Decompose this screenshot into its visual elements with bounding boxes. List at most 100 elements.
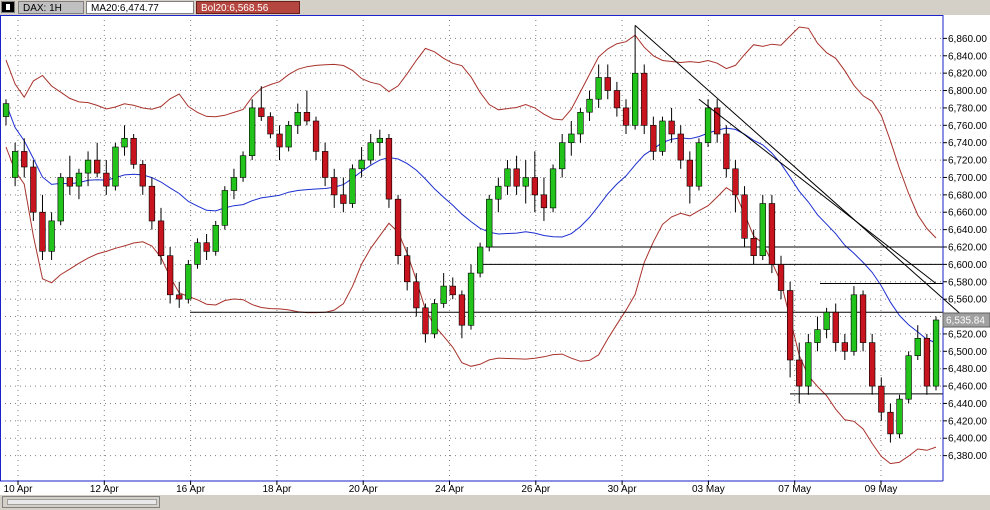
candle-down: [340, 194, 347, 204]
x-tick-label: 10 Apr: [4, 484, 34, 495]
y-tick-label: 6,780.00: [948, 103, 987, 114]
y-tick-label: 6,820.00: [948, 69, 987, 80]
candle-up: [349, 168, 356, 204]
candle-down: [859, 294, 867, 343]
y-tick-label: 6,800.00: [948, 86, 987, 97]
candle-down: [923, 337, 931, 387]
x-tick-label: 07 May: [778, 484, 811, 495]
candle-up: [759, 203, 766, 257]
x-tick-label: 18 Apr: [262, 484, 292, 495]
candle-up: [239, 155, 247, 178]
candle-up: [905, 355, 912, 400]
y-tick-label: 6,680.00: [948, 190, 987, 201]
candle-up: [185, 264, 192, 300]
candle-down: [303, 112, 311, 122]
candle-up: [358, 159, 365, 170]
y-tick-label: 6,440.00: [948, 399, 987, 410]
candle-up: [932, 319, 940, 387]
scrollbar-thumb[interactable]: [7, 499, 157, 505]
candle-up: [285, 125, 292, 148]
x-tick-label: 24 Apr: [435, 484, 465, 495]
candle-up: [805, 342, 812, 387]
candle-down: [394, 198, 402, 256]
candle-down: [66, 177, 73, 187]
y-tick-label: 6,640.00: [948, 225, 987, 236]
candle-up: [194, 242, 201, 265]
candle-down: [385, 138, 393, 200]
candle-up: [476, 246, 484, 274]
candle-down: [276, 133, 283, 148]
x-tick-label: 03 May: [692, 484, 725, 495]
y-tick-label: 6,420.00: [948, 416, 987, 427]
x-tick-label: 09 May: [865, 484, 898, 495]
candle-down: [604, 77, 611, 91]
candle-up: [230, 177, 238, 191]
y-tick-label: 6,660.00: [948, 208, 987, 219]
candle-down: [741, 194, 748, 239]
candle-down: [148, 185, 156, 222]
candle-up: [48, 220, 55, 252]
candle-up: [431, 303, 438, 335]
candle-up: [896, 398, 903, 435]
candle-down: [641, 72, 648, 126]
x-axis-area: [0, 481, 990, 495]
candle-down: [841, 342, 848, 352]
candle-up: [850, 294, 858, 352]
horizontal-scrollbar[interactable]: [2, 496, 160, 508]
candle-up: [495, 185, 502, 200]
candle-down: [321, 151, 329, 178]
candle-down: [832, 311, 839, 343]
candle-down: [139, 164, 146, 187]
symbol-timeframe-label[interactable]: DAX: 1H: [18, 1, 84, 14]
candle-down: [732, 168, 739, 196]
candle-down: [887, 411, 894, 435]
moving-average-label[interactable]: MA20:6,474.77: [86, 1, 194, 14]
candle-down: [668, 120, 675, 135]
candle-up: [2, 103, 10, 117]
candle-up: [57, 177, 64, 222]
candle-up: [586, 98, 593, 113]
y-tick-label: 6,400.00: [948, 434, 987, 445]
candle-down: [403, 255, 411, 283]
candle-up: [367, 142, 374, 161]
price-chart[interactable]: 6,380.00 6,400.00 6,420.00 6,440.00 6,460.00…: [0, 15, 990, 495]
y-tick-label: 6,860.00: [948, 34, 987, 45]
candle-down: [21, 151, 28, 168]
chart-header-bar: DAX: 1H MA20:6,474.77 Bol20:6,568.56: [0, 0, 990, 15]
candle-down: [622, 107, 630, 126]
candle-down: [413, 281, 420, 309]
last-price-tag: 6,535.84: [942, 312, 990, 328]
candle-down: [30, 166, 37, 213]
candle-up: [376, 138, 383, 143]
bollinger-label[interactable]: Bol20:6,568.56: [196, 1, 300, 14]
candle-down: [677, 133, 684, 161]
candle-down: [449, 285, 456, 296]
candle-down: [130, 138, 137, 165]
candle-down: [267, 116, 274, 135]
candle-down: [513, 168, 520, 187]
candle-up: [631, 72, 639, 126]
candle-up: [704, 107, 712, 144]
candle-up: [294, 112, 301, 126]
candle-up: [440, 285, 447, 304]
candle-up: [212, 225, 219, 252]
plot-area: [0, 15, 943, 481]
y-tick-label: 6,700.00: [948, 173, 987, 184]
y-tick-label: 6,740.00: [948, 138, 987, 149]
candle-down: [422, 307, 429, 335]
candle-down: [686, 159, 693, 187]
y-tick-label: 6,520.00: [948, 329, 987, 340]
y-tick-label: 6,580.00: [948, 277, 987, 288]
y-tick-label: 6,720.00: [948, 156, 987, 167]
candle-up: [814, 329, 821, 343]
y-tick-label: 6,560.00: [948, 295, 987, 306]
candle-down: [258, 107, 265, 117]
candle-up: [221, 190, 228, 226]
candle-down: [540, 194, 548, 209]
candle-up: [12, 151, 19, 178]
chart-menu-icon[interactable]: [1, 1, 15, 13]
candle-down: [167, 255, 174, 296]
y-tick-label: 6,600.00: [948, 260, 987, 271]
candle-down: [613, 90, 621, 109]
candle-up: [486, 198, 493, 248]
